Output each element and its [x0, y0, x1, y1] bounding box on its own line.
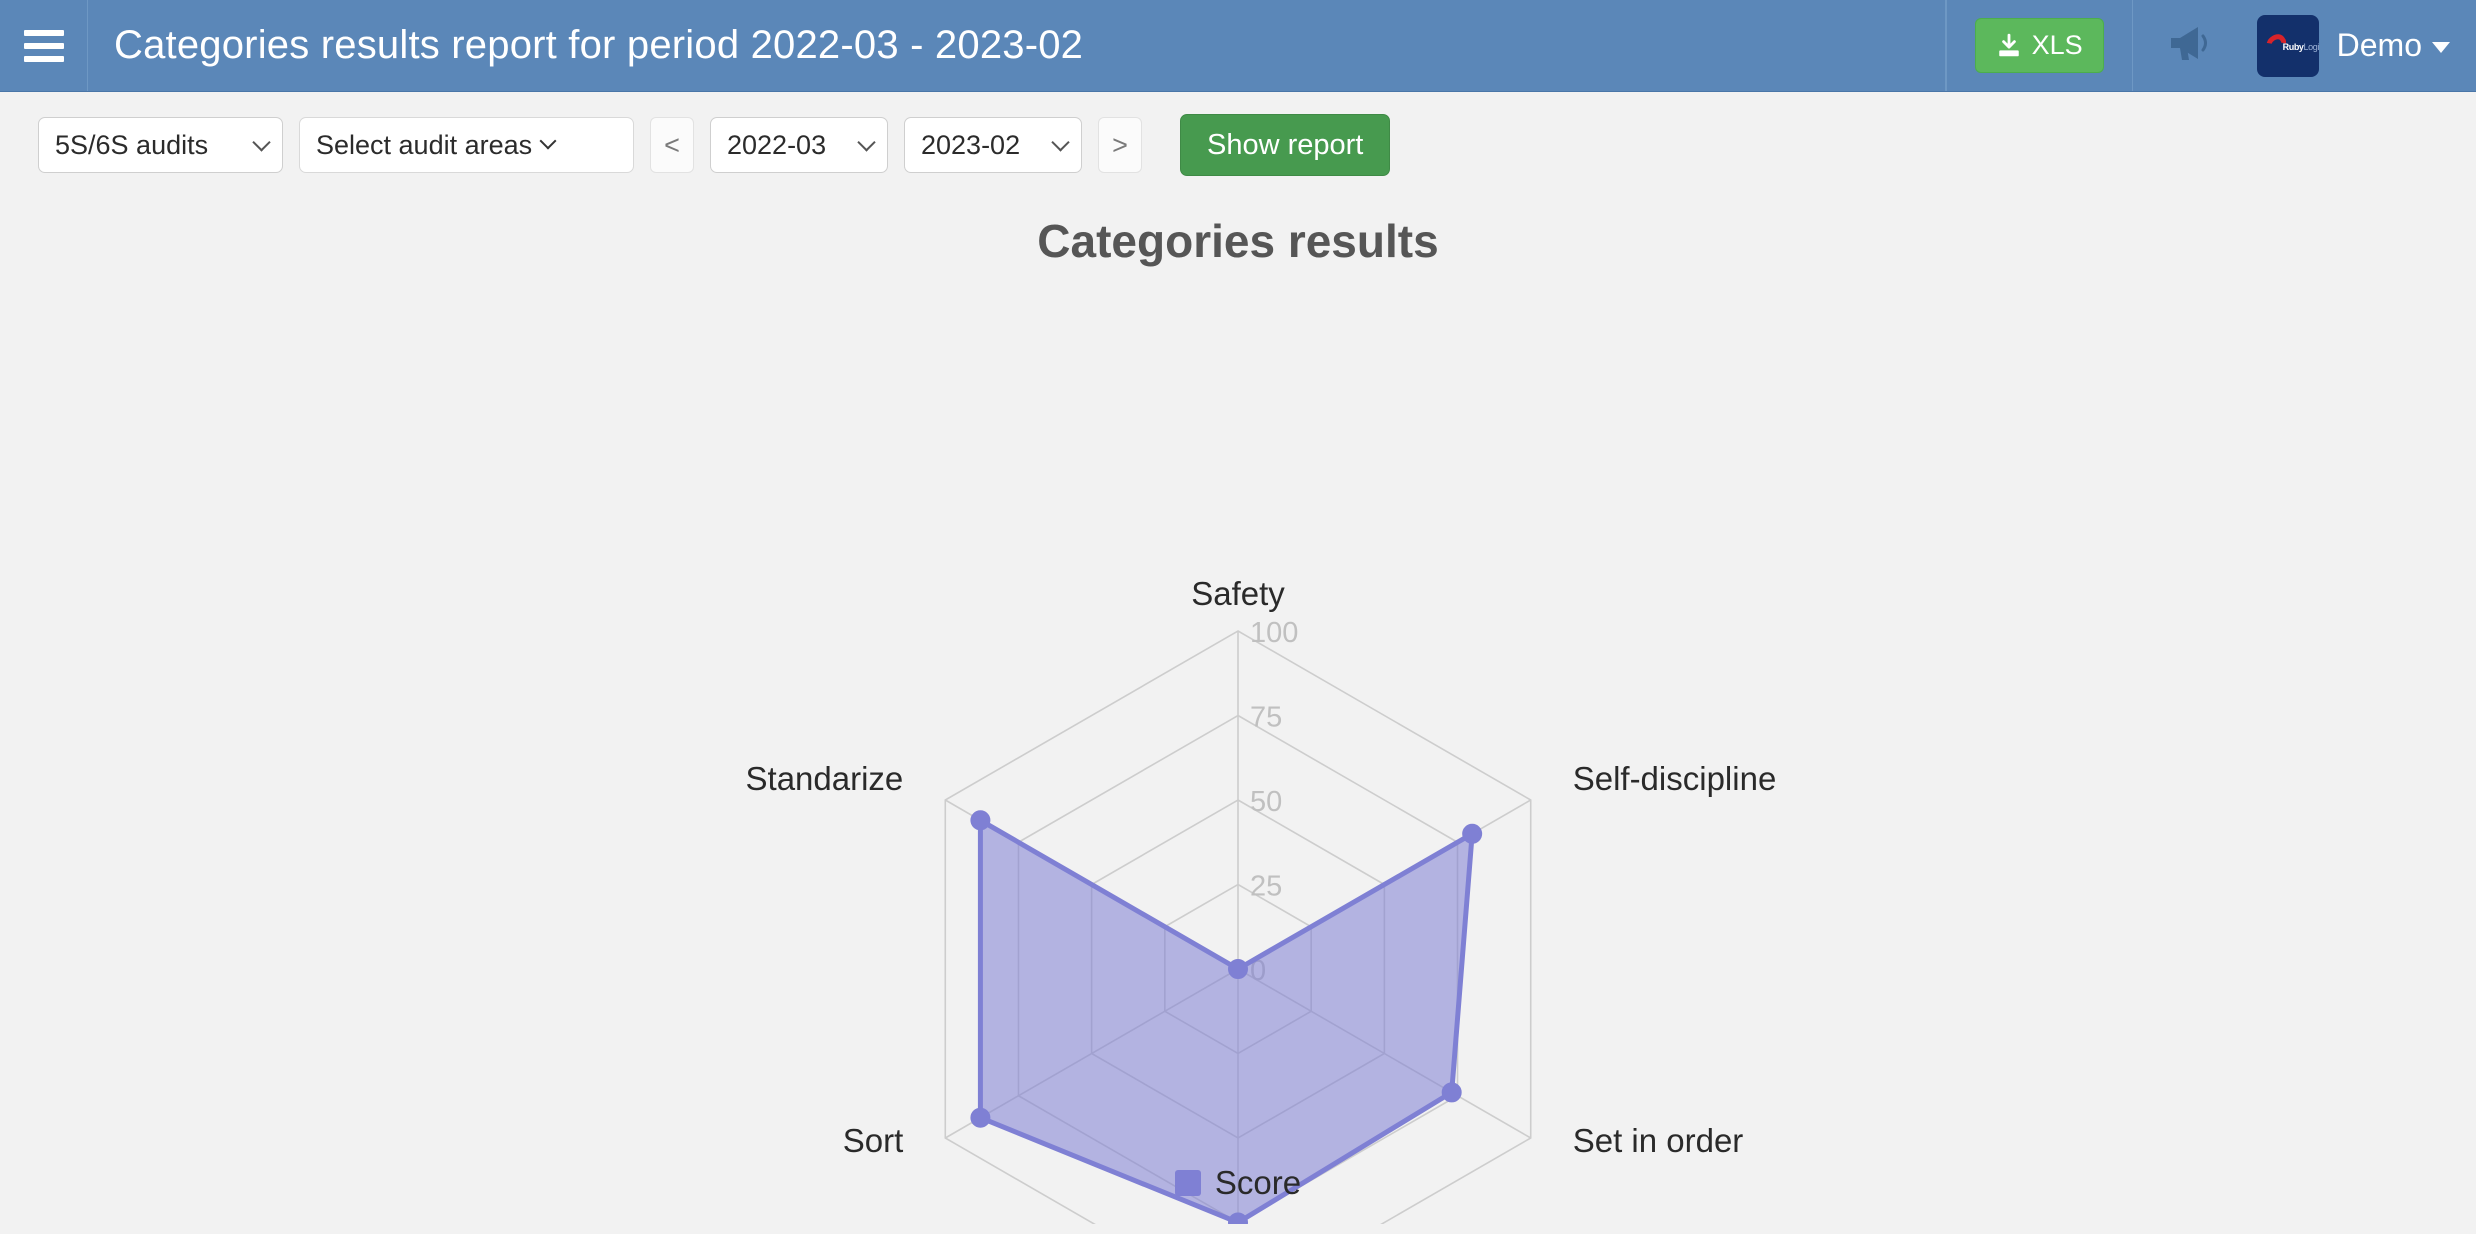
menu-toggle-button[interactable]: [0, 0, 88, 91]
next-period-button[interactable]: >: [1098, 117, 1142, 173]
radar-axis-spoke: [944, 799, 1239, 970]
show-report-button[interactable]: Show report: [1180, 114, 1391, 176]
export-xls-label: XLS: [2031, 30, 2083, 60]
radar-axis-label-safety: Safety: [1191, 575, 1285, 612]
chevron-down-icon: [2432, 42, 2450, 53]
date-to-value: 2023-02: [921, 129, 1021, 160]
radar-grid-ring: [944, 630, 1532, 1224]
top-navbar: Categories results report for period 202…: [0, 0, 2476, 92]
audit-areas-dropdown[interactable]: Select audit areas: [299, 117, 634, 173]
audit-type-select[interactable]: 5S/6S audits: [38, 117, 283, 173]
radar-tick-label: 50: [1250, 786, 1282, 818]
legend-label-score: Score: [1214, 1164, 1302, 1201]
radar-axis-label-sort: Sort: [843, 1122, 904, 1159]
avatar[interactable]: RubyLogic: [2256, 14, 2319, 77]
show-report-label: Show report: [1207, 128, 1364, 161]
user-name-label: Demo: [2336, 27, 2422, 63]
chart-container: Categories results 0 25 50 75 100 Safety Self-…: [0, 214, 2476, 1224]
radar-data-point-set-in-order: [1441, 1082, 1462, 1103]
announcements-button[interactable]: [2133, 23, 2247, 68]
radar-grid-ring: [1017, 714, 1459, 1224]
avatar-brand-text: RubyLogic: [2282, 41, 2319, 52]
chart-title: Categories results: [1037, 215, 1439, 267]
date-to-select[interactable]: 2023-02: [904, 117, 1082, 173]
page-title: Categories results report for period 202…: [114, 23, 1084, 67]
radar-data-point-sort: [970, 1107, 991, 1128]
date-from-select[interactable]: 2022-03: [710, 117, 888, 173]
radar-tick-label: 25: [1250, 871, 1282, 903]
audit-areas-value: Select audit areas: [316, 129, 533, 160]
radar-data-point-shine: [1228, 1212, 1248, 1224]
navbar-divider-left: [1945, 0, 1947, 91]
radar-tick-label: 0: [1250, 955, 1266, 987]
radar-chart: 0 25 50 75 100 Safety Self-discipline Set in or…: [0, 214, 2476, 1224]
radar-chart-svg: 0 25 50 75 100 Safety Self-discipline Set in or…: [746, 575, 1777, 1224]
megaphone-icon: [2167, 23, 2213, 68]
radar-tick-label: 100: [1250, 617, 1298, 649]
radar-axis-spoke: [1237, 968, 1532, 1139]
chevron-down-icon: [539, 132, 557, 150]
radar-grid-ring: [1164, 883, 1312, 1055]
export-xls-button[interactable]: XLS: [1974, 18, 2104, 73]
next-period-label: >: [1112, 129, 1128, 160]
previous-period-button[interactable]: <: [650, 117, 694, 173]
radar-axis-spoke: [944, 968, 1239, 1139]
legend-swatch-score: [1174, 1170, 1201, 1196]
download-icon: [1996, 33, 2022, 59]
chevron-down-icon: [857, 133, 876, 152]
radar-axis-label-self-discipline: Self-discipline: [1573, 760, 1777, 797]
audit-type-value: 5S/6S audits: [55, 129, 209, 160]
radar-data-point-safety: [1228, 959, 1248, 979]
radar-data-point-standarize: [970, 810, 991, 831]
radar-axis-label-standarize: Standarize: [746, 760, 904, 797]
radar-axis-spoke: [1237, 799, 1532, 970]
chevron-down-icon: [252, 133, 271, 152]
user-menu-button[interactable]: Demo: [2337, 27, 2450, 64]
navbar-actions: XLS RubyLogic Demo: [1944, 0, 2476, 91]
report-filters-toolbar: 5S/6S audits Select audit areas < 2022-0…: [0, 92, 2476, 176]
radar-data-point-self-discipline: [1462, 823, 1483, 844]
radar-axis-label-set-in-order: Set in order: [1573, 1122, 1744, 1159]
radar-series-score-area: [977, 817, 1475, 1224]
radar-tick-label: 75: [1250, 702, 1282, 734]
hamburger-menu-icon: [23, 23, 64, 69]
date-from-value: 2022-03: [727, 129, 827, 160]
chevron-down-icon: [1051, 133, 1070, 152]
chart-legend: Score: [0, 1164, 2476, 1202]
previous-period-label: <: [664, 129, 680, 160]
radar-grid-ring: [1090, 799, 1386, 1139]
